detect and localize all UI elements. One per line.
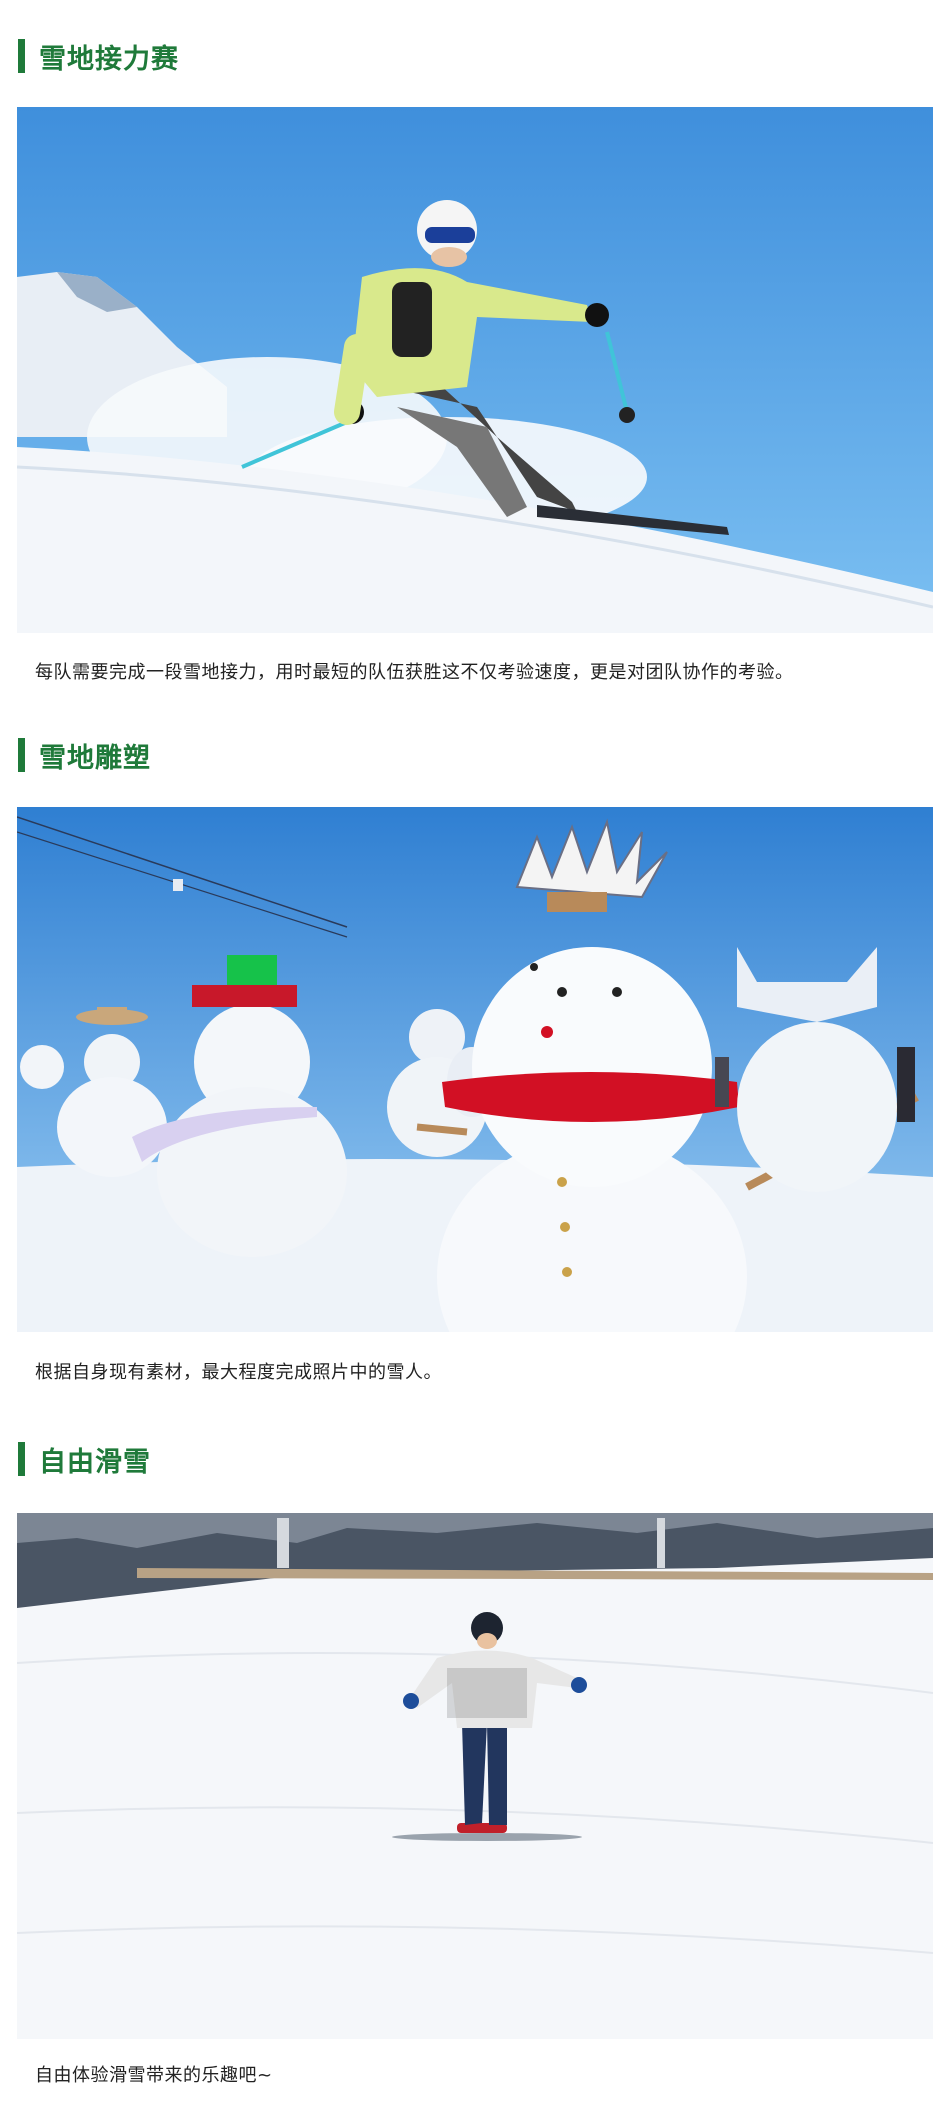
snowman-image: [17, 807, 933, 1332]
section-heading: 自由滑雪: [18, 1441, 151, 1478]
section-caption: 根据自身现有素材，最大程度完成照片中的雪人。: [35, 1362, 442, 1383]
section-title: 自由滑雪: [39, 1446, 151, 1478]
section-title: 雪地雕塑: [39, 742, 151, 774]
section-title: 雪地接力赛: [39, 43, 179, 75]
section-heading: 雪地接力赛: [18, 38, 179, 75]
heading-accent-bar: [18, 1442, 25, 1476]
heading-accent-bar: [18, 39, 25, 73]
section-caption: 自由体验滑雪带来的乐趣吧~: [35, 2065, 273, 2086]
heading-accent-bar: [18, 738, 25, 772]
section-caption: 每队需要完成一段雪地接力，用时最短的队伍获胜这不仅考验速度，更是对团队协作的考验…: [35, 662, 794, 683]
skier-image: [17, 107, 933, 633]
snowboarder-image: [17, 1513, 933, 2039]
section-heading: 雪地雕塑: [18, 737, 151, 774]
